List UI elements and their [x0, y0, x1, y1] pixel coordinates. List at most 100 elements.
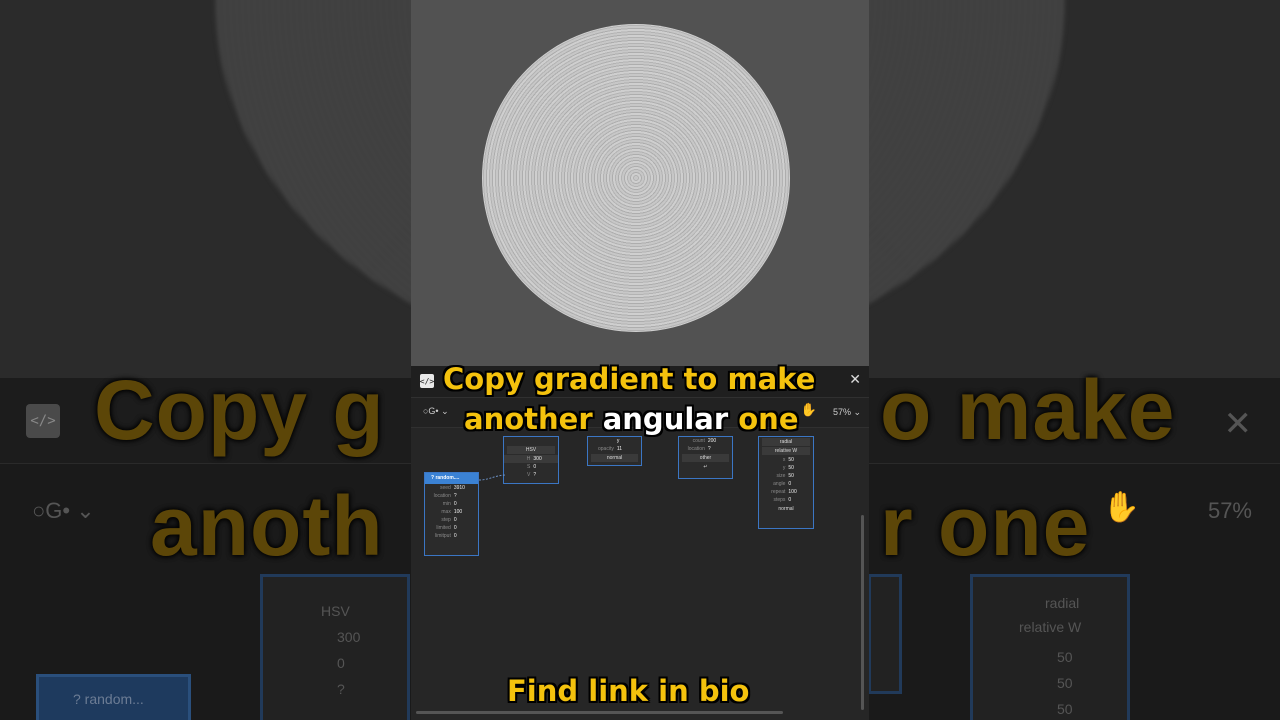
- background-repeat-node: [868, 574, 902, 694]
- param-name: limitput: [435, 533, 451, 539]
- param-name: opacity: [598, 446, 614, 452]
- param-value[interactable]: 0: [454, 501, 457, 507]
- node-param: angle 0: [759, 480, 813, 488]
- gradient-size-select[interactable]: relative W: [762, 447, 810, 455]
- random-node-title: ? random....: [425, 473, 478, 484]
- node-param: y: [588, 437, 641, 445]
- param-value[interactable]: 50: [788, 473, 794, 479]
- code-icon[interactable]: </>: [420, 374, 434, 388]
- background-caption-2-right: r one: [880, 479, 1091, 573]
- param-value[interactable]: 0: [788, 497, 791, 503]
- param-value[interactable]: 200: [708, 438, 716, 444]
- node-param: steps 0: [759, 496, 813, 504]
- param-value[interactable]: ?: [454, 493, 457, 499]
- param-value[interactable]: 11: [617, 446, 622, 452]
- param-name: steps: [773, 497, 786, 503]
- param-value[interactable]: 100: [454, 509, 462, 515]
- background-value-3: 50: [1057, 701, 1073, 717]
- background-zoom: 57%: [1207, 498, 1252, 523]
- close-icon[interactable]: ✕: [849, 372, 861, 388]
- gradient-node[interactable]: radial relative W x 50 y 50 size 50 angle 0 …: [758, 436, 814, 529]
- background-caption-2-left: anoth: [150, 479, 384, 573]
- param-value[interactable]: 0: [533, 464, 536, 470]
- background-value-1: 50: [1057, 649, 1073, 665]
- background-graph-select: ○G• ⌄: [32, 498, 95, 523]
- background-hsv-s: 0: [337, 655, 345, 671]
- param-name: size: [776, 473, 786, 479]
- background-hsv-mode: HSV: [321, 603, 350, 619]
- param-value[interactable]: 50: [788, 457, 794, 463]
- zoom-select[interactable]: 57% ⌄: [833, 407, 861, 418]
- param-name: seed: [440, 485, 451, 491]
- background-value-2: 50: [1057, 675, 1073, 691]
- node-param: min 0: [425, 500, 478, 508]
- param-value[interactable]: 50: [788, 465, 794, 471]
- hsv-mode-select[interactable]: HSV: [507, 446, 555, 454]
- node-param: max 100: [425, 508, 478, 516]
- node-param: y 50: [759, 464, 813, 472]
- graph-select[interactable]: ○G• ⌄: [423, 406, 449, 417]
- blend-mode-select[interactable]: normal: [591, 454, 638, 462]
- param-value[interactable]: 0: [788, 481, 791, 487]
- node-param: step 0: [425, 516, 478, 524]
- caption-line-2-start: another: [464, 402, 603, 436]
- random-node[interactable]: ? random.... seed 3910 location? min 0 max…: [424, 472, 479, 556]
- node-param: location?: [425, 492, 478, 500]
- gradient-blend-mode[interactable]: normal: [762, 505, 810, 513]
- param-name: min: [442, 501, 451, 507]
- node-param: H 300: [504, 455, 558, 463]
- param-value[interactable]: 0: [454, 525, 457, 531]
- node-param: V?: [504, 471, 558, 479]
- node-param: size 50: [759, 472, 813, 480]
- background-hsv-h: 300: [337, 629, 361, 645]
- hand-tool-icon[interactable]: ✋: [801, 403, 817, 418]
- caption-line-2-end: one: [728, 402, 799, 436]
- background-random-title: ? random...: [73, 691, 144, 707]
- param-name: V: [527, 472, 531, 478]
- video-frame: </> ✕ ○G• ⌄ ✋ 57% HSV 300 0 ? ? random..…: [0, 0, 1280, 720]
- node-param: opacity 11: [588, 445, 641, 453]
- node-param: seed 3910: [425, 484, 478, 492]
- repeat-other-button[interactable]: other: [682, 454, 729, 462]
- gradient-type-select[interactable]: radial: [762, 438, 810, 446]
- blend-node[interactable]: y opacity 11 normal: [587, 436, 642, 466]
- background-gradient-type: radial: [1045, 595, 1080, 611]
- param-value[interactable]: 0: [454, 517, 457, 523]
- node-param: repeat 100: [759, 488, 813, 496]
- param-value[interactable]: y: [617, 438, 620, 444]
- param-value[interactable]: ?: [708, 446, 711, 452]
- node-connection-wire: [479, 474, 505, 481]
- param-value[interactable]: 100: [788, 489, 796, 495]
- app-panel: </> ✕ ○G• ⌄ ✋ 57% ⌄ ? random.... seed 391…: [411, 0, 869, 720]
- param-value[interactable]: 0: [454, 533, 457, 539]
- param-value[interactable]: 300: [533, 456, 541, 462]
- node-param: count 200: [679, 437, 732, 445]
- param-name: S: [527, 464, 531, 470]
- repeat-node[interactable]: count 200 location? other ↵: [678, 436, 733, 479]
- param-name: step: [441, 517, 451, 523]
- param-value[interactable]: ?: [533, 472, 536, 478]
- param-name: angle: [773, 481, 786, 487]
- background-hsv-v: ?: [337, 681, 345, 697]
- vertical-scrollbar[interactable]: [861, 515, 864, 710]
- background-gradient-node: radial relative W 50 50 50: [970, 574, 1130, 720]
- hsv-color-node[interactable]: HSV H 300 S0 V?: [503, 436, 559, 484]
- node-param: S0: [504, 463, 558, 471]
- node-param: limitput 0: [425, 532, 478, 540]
- horizontal-scrollbar[interactable]: [416, 711, 783, 714]
- caption-line-2: another angular one: [464, 402, 799, 436]
- background-hand-icon: ✋: [1102, 491, 1140, 524]
- background-random-node: ? random...: [36, 674, 191, 720]
- param-name: repeat: [771, 489, 786, 495]
- param-name: location: [687, 446, 705, 452]
- background-caption-1-right: o make: [880, 363, 1176, 457]
- background-gradient-size: relative W: [1019, 619, 1082, 635]
- caption-highlight-word: angular: [602, 402, 729, 436]
- param-name: H: [526, 456, 531, 462]
- caption-footer: Find link in bio: [507, 674, 750, 708]
- param-value[interactable]: 3910: [454, 485, 465, 491]
- node-param: location?: [679, 445, 732, 453]
- return-arrow-icon[interactable]: ↵: [682, 463, 729, 471]
- caption-line-1: Copy gradient to make: [443, 362, 816, 396]
- node-param: limited 0: [425, 524, 478, 532]
